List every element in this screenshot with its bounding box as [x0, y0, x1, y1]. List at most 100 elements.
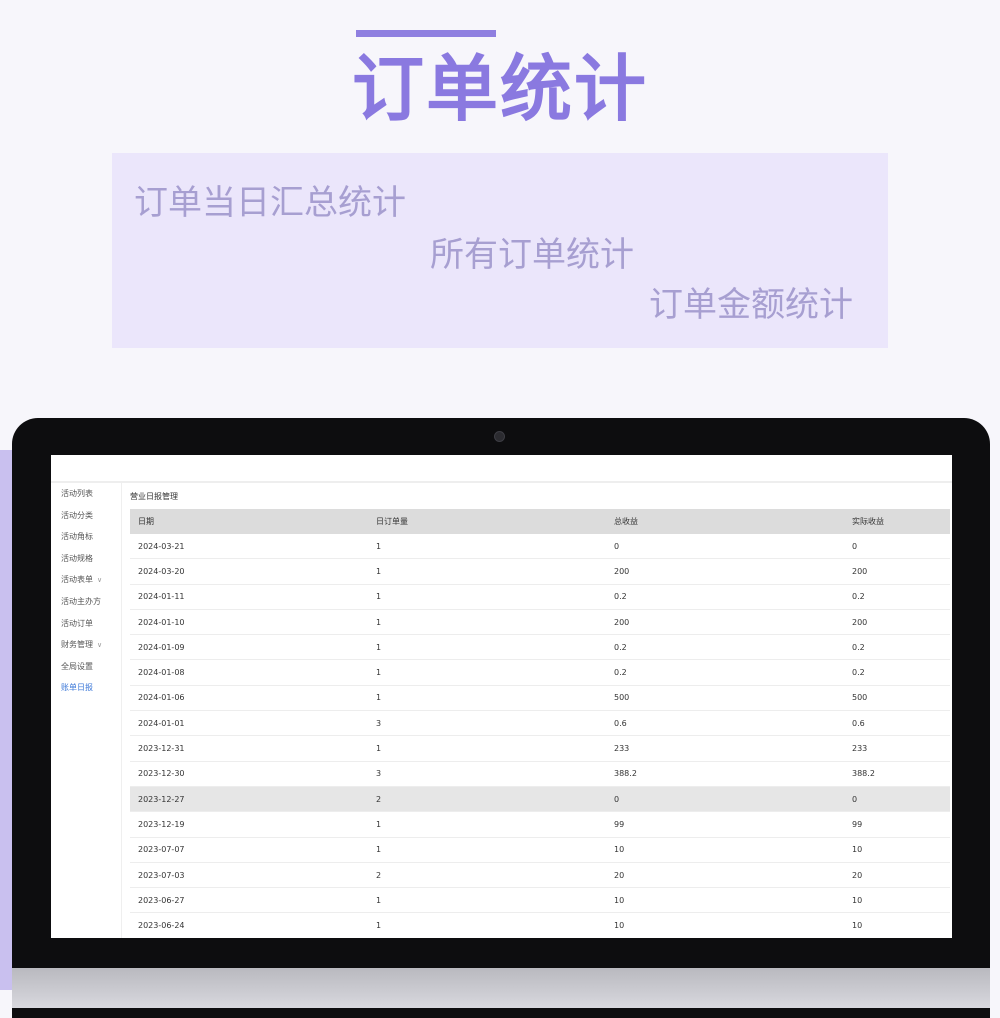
- top-bar: [51, 455, 952, 483]
- cell-actual-revenue: 0.6: [844, 710, 950, 737]
- page-title: 订单统计: [351, 47, 648, 131]
- table-row[interactable]: 2023-06-27 1 10 10: [130, 887, 950, 914]
- cell-date: 2024-03-20: [130, 558, 368, 585]
- chevron-down-icon: ∨: [97, 576, 103, 585]
- cell-date: 2024-01-10: [130, 609, 368, 636]
- feature-daily-summary: 订单当日汇总统计: [134, 183, 406, 223]
- cell-actual-revenue: 500: [844, 685, 950, 712]
- sidebar-item-label: 活动主办方: [61, 596, 101, 606]
- cell-total-revenue: 0: [606, 534, 844, 560]
- cell-order-count: 1: [368, 837, 606, 863]
- cell-order-count: 1: [368, 584, 606, 610]
- sidebar-item[interactable]: 活动分类: [51, 505, 121, 527]
- cell-actual-revenue: 233: [844, 735, 950, 762]
- cell-order-count: 1: [368, 735, 606, 762]
- table-row[interactable]: 2023-12-19 1 99 99: [130, 811, 950, 838]
- daily-report-table: 日期 日订单量 总收益 实际收益 2024-03-21 1 0 0 2024-03-20…: [130, 509, 950, 938]
- table-row[interactable]: 2024-01-11 1 0.2 0.2: [130, 584, 950, 610]
- cell-actual-revenue: 99: [844, 811, 950, 838]
- cell-total-revenue: 20: [606, 862, 844, 889]
- cell-actual-revenue: 0: [844, 786, 950, 813]
- table-row[interactable]: 2023-07-07 1 10 10: [130, 837, 950, 863]
- cell-order-count: 1: [368, 534, 606, 560]
- sidebar-item[interactable]: 活动角标: [51, 526, 121, 548]
- sidebar-item-label: 全局设置: [61, 661, 93, 671]
- sidebar-item-label: 财务管理: [61, 640, 93, 650]
- cell-order-count: 1: [368, 609, 606, 636]
- table-header-row: 日期 日订单量 总收益 实际收益: [130, 509, 950, 534]
- cell-date: 2024-01-09: [130, 634, 368, 661]
- cell-total-revenue: 10: [606, 912, 844, 938]
- cell-actual-revenue: 200: [844, 558, 950, 585]
- cell-total-revenue: 10: [606, 887, 844, 914]
- sidebar-item-label: 账单日报: [61, 683, 93, 693]
- cell-total-revenue: 99: [606, 811, 844, 838]
- feature-panel: 订单当日汇总统计 所有订单统计 订单金额统计: [112, 153, 888, 348]
- cell-total-revenue: 388.2: [606, 761, 844, 787]
- cell-total-revenue: 233: [606, 735, 844, 762]
- monitor-chin: [12, 968, 990, 1008]
- column-header-date[interactable]: 日期: [130, 509, 368, 534]
- sidebar-item[interactable]: 活动表单 ∨: [51, 569, 121, 591]
- cell-date: 2023-12-27: [130, 786, 368, 813]
- cell-order-count: 3: [368, 761, 606, 787]
- table-row[interactable]: 2024-01-10 1 200 200: [130, 609, 950, 636]
- column-header-order-count[interactable]: 日订单量: [368, 509, 606, 534]
- table-row[interactable]: 2023-12-30 3 388.2 388.2: [130, 761, 950, 787]
- cell-actual-revenue: 0.2: [844, 634, 950, 661]
- cell-total-revenue: 0: [606, 786, 844, 813]
- sidebar-item-label: 活动订单: [61, 618, 93, 628]
- cell-order-count: 1: [368, 659, 606, 686]
- app-screen: 活动列表 活动分类 活动角标 活动规格 活动表单 ∨ 活动主办方 活动订单 财务管理 ∨ 全局设置账…: [51, 455, 952, 938]
- cell-actual-revenue: 0.2: [844, 659, 950, 686]
- table-row[interactable]: 2024-03-21 1 0 0: [130, 534, 950, 560]
- cell-actual-revenue: 20: [844, 862, 950, 889]
- cell-order-count: 1: [368, 811, 606, 838]
- table-row[interactable]: 2024-01-01 3 0.6 0.6: [130, 710, 950, 737]
- cell-date: 2023-12-31: [130, 735, 368, 762]
- sidebar: 活动列表 活动分类 活动角标 活动规格 活动表单 ∨ 活动主办方 活动订单 财务管理 ∨ 全局设置账…: [51, 483, 122, 938]
- table-row[interactable]: 2024-03-20 1 200 200: [130, 558, 950, 585]
- cell-actual-revenue: 10: [844, 887, 950, 914]
- sidebar-item[interactable]: 活动列表: [51, 483, 121, 505]
- table-row[interactable]: 2024-01-08 1 0.2 0.2: [130, 659, 950, 686]
- table-row[interactable]: 2023-07-03 2 20 20: [130, 862, 950, 889]
- feature-order-amount: 订单金额统计: [649, 285, 853, 325]
- column-header-total-revenue[interactable]: 总收益: [606, 509, 844, 534]
- sidebar-item-label: 活动表单: [61, 575, 93, 585]
- cell-total-revenue: 0.2: [606, 659, 844, 686]
- sidebar-item[interactable]: 全局设置: [51, 656, 121, 678]
- table-row[interactable]: 2023-12-31 1 233 233: [130, 735, 950, 762]
- sidebar-item[interactable]: 活动规格: [51, 548, 121, 570]
- sidebar-item[interactable]: 账单日报: [51, 677, 121, 699]
- cell-order-count: 1: [368, 887, 606, 914]
- cell-date: 2024-03-21: [130, 534, 368, 560]
- sidebar-item[interactable]: 财务管理 ∨: [51, 634, 121, 656]
- cell-date: 2023-12-19: [130, 811, 368, 838]
- sidebar-item-label: 活动分类: [61, 510, 93, 520]
- cell-order-count: 3: [368, 710, 606, 737]
- cell-order-count: 2: [368, 862, 606, 889]
- table-row[interactable]: 2023-12-27 2 0 0: [130, 786, 950, 813]
- sidebar-item-label: 活动规格: [61, 553, 93, 563]
- camera-icon: [494, 431, 505, 442]
- table-row[interactable]: 2024-01-09 1 0.2 0.2: [130, 634, 950, 661]
- table-row[interactable]: 2024-01-06 1 500 500: [130, 685, 950, 712]
- cell-actual-revenue: 388.2: [844, 761, 950, 787]
- sidebar-item[interactable]: 活动订单: [51, 613, 121, 635]
- sidebar-item[interactable]: 活动主办方: [51, 591, 121, 613]
- cell-total-revenue: 0.2: [606, 584, 844, 610]
- cell-total-revenue: 0.6: [606, 710, 844, 737]
- cell-date: 2024-01-06: [130, 685, 368, 712]
- main-content: 营业日报管理 日期 日订单量 总收益 实际收益 2024-03-21 1 0 0 202…: [130, 483, 952, 938]
- cell-order-count: 1: [368, 634, 606, 661]
- cell-order-count: 1: [368, 912, 606, 938]
- cell-order-count: 1: [368, 558, 606, 585]
- breadcrumb: 营业日报管理: [130, 492, 178, 501]
- column-header-actual-revenue[interactable]: 实际收益: [844, 509, 950, 534]
- table-row[interactable]: 2023-06-24 1 10 10: [130, 912, 950, 938]
- cell-actual-revenue: 10: [844, 837, 950, 863]
- cell-actual-revenue: 10: [844, 912, 950, 938]
- cell-date: 2024-01-08: [130, 659, 368, 686]
- cell-total-revenue: 500: [606, 685, 844, 712]
